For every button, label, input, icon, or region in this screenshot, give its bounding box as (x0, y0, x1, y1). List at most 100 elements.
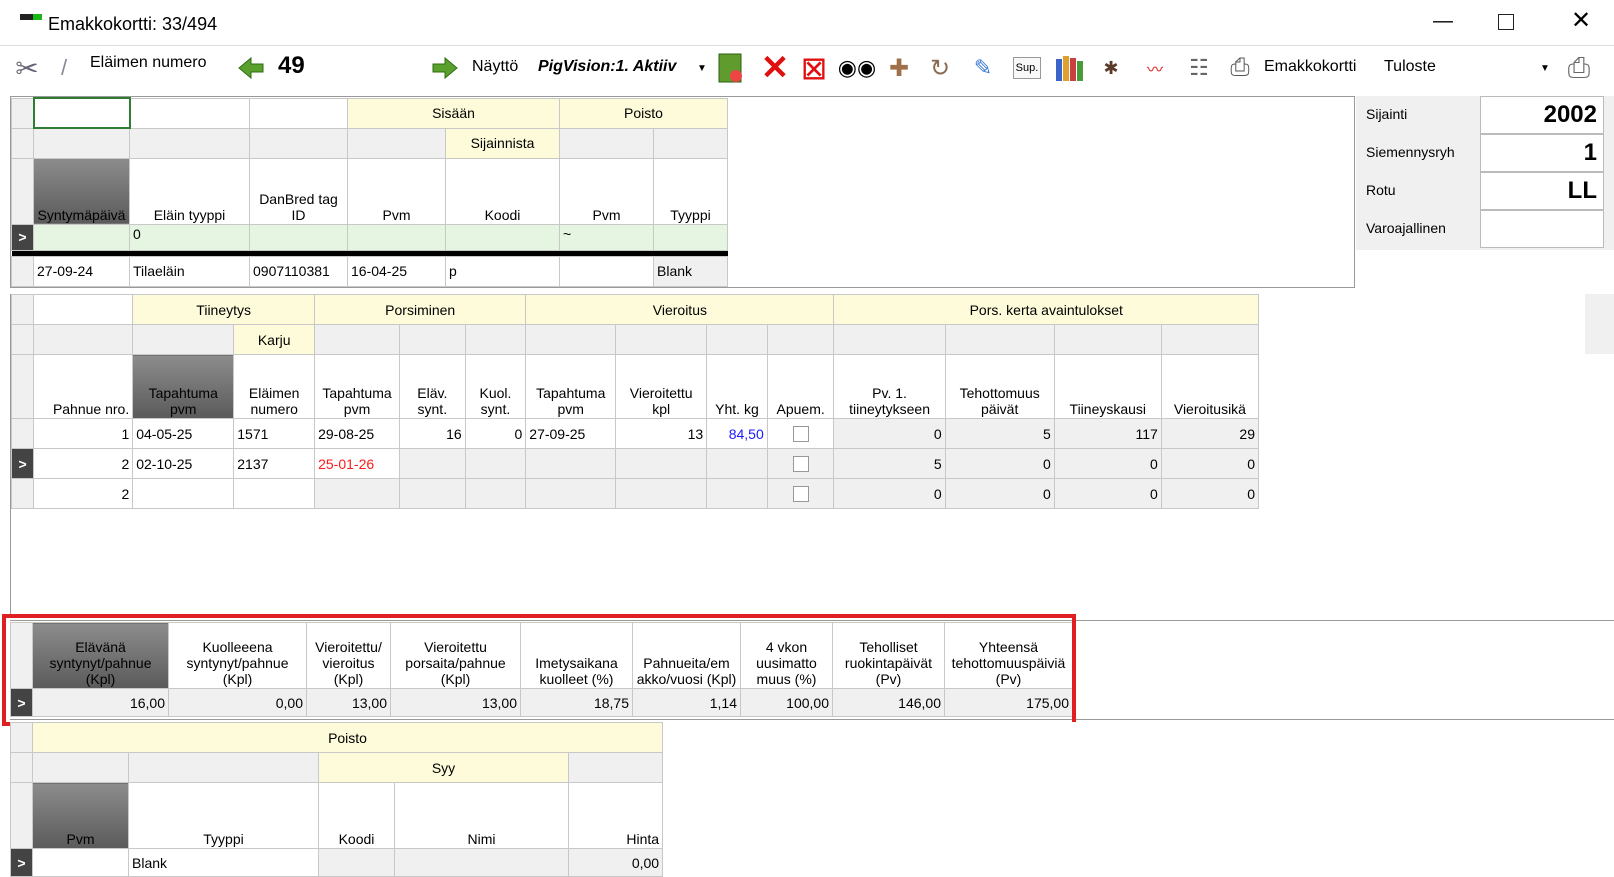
wrench-icon[interactable]: / (52, 50, 76, 86)
days-to-preg-cell[interactable]: 0 (833, 418, 946, 449)
total-kg-cell[interactable] (706, 448, 768, 479)
new-animal-type[interactable]: 0 (129, 223, 250, 251)
dead-born-cell[interactable] (464, 448, 527, 479)
days-to-preg-cell[interactable]: 0 (833, 478, 946, 509)
new-in-code[interactable] (445, 223, 560, 251)
col-litter[interactable]: Pahnue nro. (33, 354, 134, 419)
print-dropdown-icon[interactable]: ▼ (1538, 50, 1552, 86)
breed-field[interactable]: LL (1480, 172, 1604, 210)
wean-date-cell[interactable]: 27-09-25 (525, 418, 617, 449)
view-selector[interactable]: PigVision:1. Aktiiv (538, 58, 676, 76)
col-tag[interactable]: DanBred tag ID (249, 157, 348, 225)
wean-date-cell[interactable] (525, 478, 617, 509)
animal-type-cell[interactable]: Tilaeläin (129, 255, 250, 287)
new-tag[interactable] (249, 223, 348, 251)
col-out-date[interactable]: Pvm (559, 157, 654, 225)
farrow-date-cell[interactable]: 25-01-26 (314, 448, 400, 479)
col-removal-name[interactable]: Nimi (394, 782, 569, 849)
dropdown-arrow-icon[interactable]: ▼ (696, 50, 708, 86)
pig-refresh-icon[interactable]: ↻ (922, 50, 958, 86)
col-removal-code[interactable]: Koodi (318, 782, 395, 849)
preg-period-cell[interactable]: 0 (1053, 478, 1162, 509)
col-boar-no[interactable]: Eläimen numero (233, 354, 316, 419)
live-born-cell[interactable]: 16 (398, 418, 466, 449)
wean-age-cell[interactable]: 29 (1160, 418, 1260, 449)
wean-date-cell[interactable] (525, 448, 617, 479)
card-label[interactable]: Emakkokortti (1264, 58, 1356, 76)
col-animal-type[interactable]: Eläin tyyppi (129, 157, 250, 225)
dead-born-cell[interactable]: 0 (464, 418, 527, 449)
out-date-cell[interactable] (559, 255, 654, 287)
col-preg-date[interactable]: Tapahtuma pvm (132, 354, 235, 419)
removal-date-cell[interactable] (32, 848, 129, 877)
hierarchy-icon[interactable]: ☷ (1182, 50, 1216, 86)
dead-born-cell[interactable] (464, 478, 527, 509)
books-icon[interactable] (1052, 50, 1088, 86)
preg-period-cell[interactable]: 117 (1053, 418, 1162, 449)
boar-no-cell[interactable] (233, 478, 316, 509)
boar-no-cell[interactable]: 1571 (233, 418, 316, 449)
col-wean-date[interactable]: Tapahtuma pvm (525, 354, 617, 419)
row-indicator-icon[interactable]: > (10, 448, 35, 479)
pig-add-icon[interactable]: ✚ (882, 50, 916, 86)
arrow-left-icon[interactable] (236, 50, 266, 86)
arrow-right-icon[interactable] (430, 50, 460, 86)
out-type-cell[interactable]: Blank (652, 255, 729, 287)
nurse-checkbox[interactable] (792, 486, 809, 503)
removal-price-cell[interactable]: 0,00 (567, 848, 664, 877)
row-indicator-icon[interactable]: > (10, 848, 33, 877)
farrow-date-cell[interactable]: 29-08-25 (314, 418, 400, 449)
total-kg-cell[interactable]: 84,50 (706, 418, 768, 449)
col-live-born[interactable]: Eläv. synt. (398, 354, 466, 419)
nonprod-days-cell[interactable]: 0 (944, 478, 1055, 509)
col-weaned[interactable]: Vieroitettu kpl (615, 354, 708, 419)
nonprod-days-cell[interactable]: 0 (944, 448, 1055, 479)
new-out-type[interactable] (652, 223, 729, 251)
col-nonprod-days[interactable]: Tehottomuus päivät (944, 354, 1055, 419)
removal-type-cell[interactable]: Blank (128, 848, 319, 877)
reserve-field[interactable] (1480, 210, 1604, 248)
tag-cell[interactable]: 0907110381 (249, 255, 348, 287)
binoculars-icon[interactable]: ◉◉ (838, 50, 876, 86)
preg-date-cell[interactable]: 04-05-25 (132, 418, 235, 449)
nurse-cell[interactable] (766, 478, 835, 509)
printer-icon[interactable]: ⎙ (1560, 50, 1598, 86)
row-indicator-icon[interactable]: > (11, 223, 34, 251)
col-in-date[interactable]: Pvm (347, 157, 446, 225)
weaned-cell[interactable] (615, 448, 708, 479)
wean-age-cell[interactable]: 0 (1160, 448, 1260, 479)
table-row[interactable]: 2 0 0 0 0 (10, 478, 1260, 509)
insect-icon[interactable]: ✱ (1096, 50, 1126, 86)
scroll-area[interactable] (1585, 294, 1614, 354)
col-removal-price[interactable]: Hinta (567, 782, 664, 849)
print-selector[interactable]: Tuloste (1384, 58, 1436, 76)
col-out-type[interactable]: Tyyppi (652, 157, 729, 225)
sup-icon[interactable]: Sup. (1010, 50, 1044, 86)
nurse-cell[interactable] (766, 448, 835, 479)
col-total-kg[interactable]: Yht. kg (706, 354, 768, 419)
selected-cell[interactable] (32, 97, 131, 129)
litter-cell[interactable]: 2 (33, 478, 134, 509)
col-removal-type[interactable]: Tyyppi (128, 782, 319, 849)
new-birth-date[interactable] (33, 223, 130, 251)
col-farrow-date[interactable]: Tapahtuma pvm (314, 354, 400, 419)
printer-grid-icon[interactable]: ⎙ (1222, 50, 1258, 86)
new-in-date[interactable] (347, 223, 446, 251)
in-date-cell[interactable]: 16-04-25 (347, 255, 446, 287)
total-kg-cell[interactable] (706, 478, 768, 509)
col-wean-age[interactable]: Vieroitusikä (1160, 354, 1260, 419)
table-row[interactable]: > 2 02-10-25 2137 25-01-26 5 0 0 0 (10, 448, 1260, 479)
maximize-icon[interactable] (1498, 14, 1514, 30)
weaned-cell[interactable] (615, 478, 708, 509)
col-days-to-preg[interactable]: Pv. 1. tiineytykseen (833, 354, 946, 419)
live-born-cell[interactable] (398, 448, 466, 479)
book-icon[interactable] (714, 50, 746, 86)
nurse-cell[interactable] (766, 418, 835, 449)
litter-cell[interactable]: 2 (33, 448, 134, 479)
col-preg-period[interactable]: Tiineyskausi (1053, 354, 1162, 419)
table-row[interactable]: 1 04-05-25 1571 29-08-25 16 0 27-09-25 1… (10, 418, 1260, 449)
animal-number[interactable]: 49 (278, 52, 305, 80)
delete-icon[interactable]: ✕ (758, 49, 792, 87)
minimize-icon[interactable]: — (1428, 11, 1458, 34)
in-code-cell[interactable]: p (445, 255, 560, 287)
